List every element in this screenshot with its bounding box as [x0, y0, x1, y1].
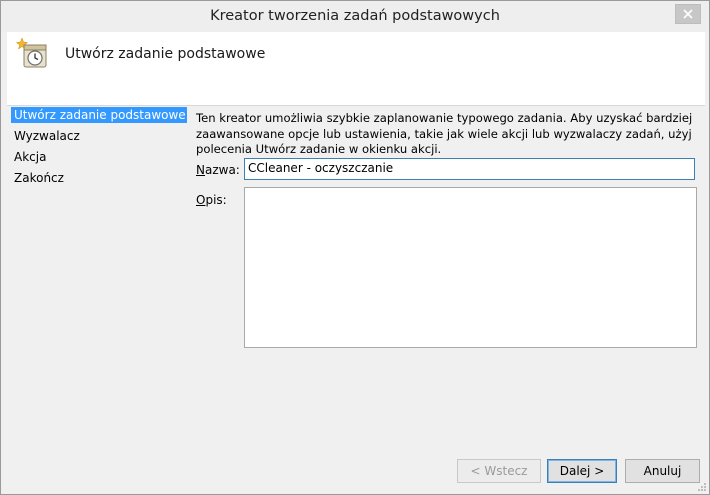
- title-bar[interactable]: Kreator tworzenia zadań podstawowych: [1, 1, 709, 32]
- next-button[interactable]: Dalej >: [547, 459, 617, 483]
- nav-step-create[interactable]: Utwórz zadanie podstawowe: [11, 107, 187, 123]
- name-label: Nazwa:: [196, 163, 240, 177]
- back-button[interactable]: < Wstecz: [457, 459, 541, 483]
- name-label-text: azwa:: [204, 163, 240, 177]
- window-title: Kreator tworzenia zadań podstawowych: [210, 8, 500, 24]
- description-label: Opis:: [196, 193, 227, 207]
- nav-step-trigger[interactable]: Wyzwalacz: [11, 128, 187, 144]
- header-title: Utwórz zadanie podstawowe: [65, 46, 266, 62]
- intro-text: Ten kreator umożliwia szybkie zaplanowan…: [196, 111, 693, 156]
- close-icon: [683, 9, 693, 19]
- description-field[interactable]: [244, 187, 697, 348]
- cancel-button[interactable]: Anuluj: [625, 459, 700, 483]
- name-field[interactable]: CCleaner - oczyszczanie: [244, 158, 695, 180]
- wizard-window: Kreator tworzenia zadań podstawowych Utw…: [0, 0, 710, 495]
- close-button[interactable]: [675, 4, 701, 24]
- description-label-text: pis:: [205, 193, 227, 207]
- name-label-accesskey: N: [196, 163, 205, 177]
- resize-grip-icon[interactable]: [697, 482, 707, 492]
- wizard-steps-nav: Utwórz zadanie podstawowe Wyzwalacz Akcj…: [11, 107, 187, 191]
- task-wizard-icon: [16, 37, 47, 68]
- wizard-header: Utwórz zadanie podstawowe: [7, 32, 705, 106]
- nav-step-finish[interactable]: Zakończ: [11, 170, 187, 186]
- nav-step-action[interactable]: Akcja: [11, 149, 187, 165]
